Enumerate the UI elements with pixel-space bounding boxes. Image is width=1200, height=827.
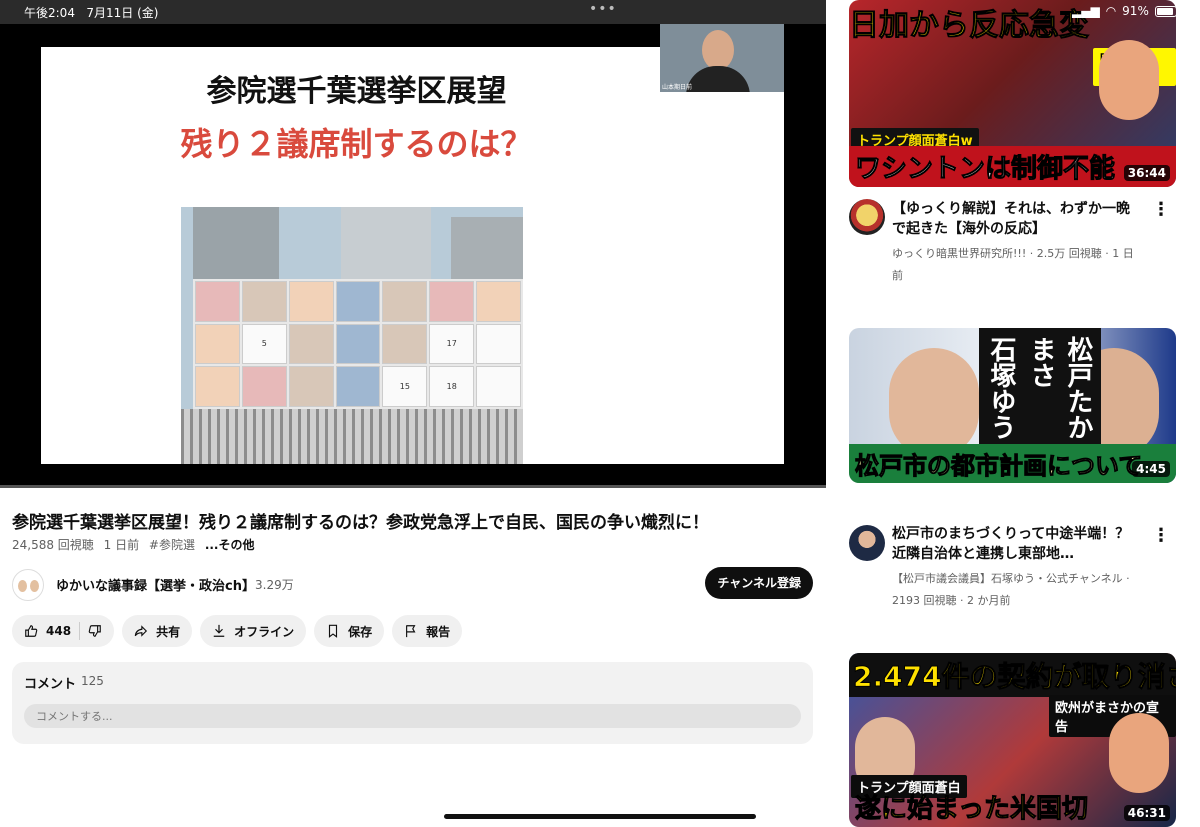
thumb-portrait bbox=[1099, 40, 1159, 120]
poster bbox=[335, 366, 381, 407]
status-time: 午後2:04 7月11日 (金) bbox=[24, 6, 159, 20]
board-number: 18 bbox=[429, 366, 475, 407]
multitask-dots-icon[interactable]: ••• bbox=[589, 1, 617, 17]
youtube-watch-page: 午後2:04 7月11日 (金) ••• ▂▄▆ ◠ 91% 参院選千葉選挙区展… bbox=[0, 0, 1200, 827]
channel-row: ゆかいな議事録【選挙・政治ch】 3.29万 チャンネル登録 bbox=[12, 567, 813, 601]
like-dislike-group: 448 bbox=[12, 615, 115, 647]
more-options-icon[interactable]: ⋮ bbox=[1152, 527, 1170, 545]
save-button[interactable]: 保存 bbox=[314, 615, 385, 647]
comment-input[interactable] bbox=[24, 704, 801, 728]
comments-count: 125 bbox=[81, 674, 104, 688]
channel-avatar[interactable] bbox=[849, 525, 885, 561]
home-indicator[interactable] bbox=[444, 814, 756, 819]
video-progress-bar[interactable] bbox=[0, 485, 826, 488]
webcam-tag: 山本期日前 bbox=[662, 84, 693, 91]
view-count: 24,588 回視聴 bbox=[12, 538, 94, 552]
share-label: 共有 bbox=[156, 624, 181, 639]
poster bbox=[195, 366, 240, 407]
wifi-icon: ◠ bbox=[1105, 4, 1117, 18]
recommended-title-2[interactable]: 松戸市のまちづくりって中途半端！？近隣自治体と連携し東部地… bbox=[892, 524, 1142, 564]
recommended-title-1[interactable]: 【ゆっくり解説】それは、わずか一晩で起きた【海外の反応】 bbox=[892, 199, 1142, 239]
thumb-portrait bbox=[889, 348, 979, 458]
slide-title: 参院選千葉選挙区展望 bbox=[206, 74, 507, 109]
subscribe-button[interactable]: チャンネル登録 bbox=[705, 567, 813, 599]
thumbs-up-icon[interactable] bbox=[24, 624, 38, 638]
poster bbox=[476, 323, 521, 365]
like-count[interactable]: 448 bbox=[46, 624, 71, 638]
offline-label: オフライン bbox=[234, 624, 295, 639]
poster bbox=[476, 281, 521, 322]
action-bar: 448 共有 オフライン 保存 報告 bbox=[12, 615, 463, 647]
video-duration: 46:31 bbox=[1123, 805, 1170, 821]
download-icon bbox=[213, 624, 225, 637]
poster bbox=[195, 281, 240, 322]
comments-panel[interactable]: コメント 125 bbox=[12, 662, 813, 744]
recommended-meta-2: 【松戸市議会議員】石塚ゆう・公式チャンネル · 2193 回視聴 · 2 か月前 bbox=[892, 572, 1130, 607]
more-options-icon[interactable]: ⋮ bbox=[1152, 201, 1170, 219]
save-label: 保存 bbox=[348, 624, 373, 639]
poster bbox=[288, 323, 334, 365]
thumb-bottom-banner: 松戸市の都市計画について bbox=[849, 444, 1176, 483]
building bbox=[193, 207, 279, 287]
recommended-thumbnail-3[interactable]: 2.474件の契約が取り消され 欧州がまさかの宣告 トランプ顔面蒼白 遂に始まっ… bbox=[849, 653, 1176, 827]
poster bbox=[382, 281, 428, 322]
building bbox=[341, 207, 431, 287]
more-link[interactable]: ...その他 bbox=[205, 538, 255, 552]
poster bbox=[288, 366, 334, 407]
signal-icon: ▂▄▆ bbox=[1072, 4, 1100, 18]
upload-age: 1 日前 bbox=[103, 538, 140, 552]
recommended-meta-1: ゆっくり暗黒世界研究所!!! · 2.5万 回視聴 · 1 日前 bbox=[892, 247, 1134, 282]
video-duration: 36:44 bbox=[1123, 165, 1170, 181]
thumb-headline: 2.474件の契約が取り消され bbox=[849, 653, 1176, 697]
poster bbox=[195, 323, 240, 365]
slide-subtitle: 残り２議席制するのは？ bbox=[180, 125, 533, 163]
poster bbox=[335, 323, 381, 365]
bookmark-icon bbox=[329, 624, 338, 638]
poster bbox=[241, 366, 287, 407]
subscriber-count: 3.29万 bbox=[255, 578, 294, 592]
fence bbox=[181, 409, 523, 464]
thumb-portrait bbox=[1109, 713, 1169, 793]
share-icon bbox=[134, 625, 148, 637]
battery-percent: 91% bbox=[1122, 4, 1149, 18]
status-indicators: ▂▄▆ ◠ 91% bbox=[1072, 4, 1177, 18]
share-button[interactable]: 共有 bbox=[122, 615, 193, 647]
poster-board-photo: 5 17 15 18 bbox=[181, 207, 523, 464]
poster bbox=[476, 366, 521, 407]
poster bbox=[288, 281, 334, 322]
poster bbox=[241, 281, 287, 322]
video-title[interactable]: 参院選千葉選挙区展望！残り２議席制するのは？参政党急浮上で自民、国民の争い熾烈に… bbox=[12, 508, 812, 533]
presenter-shirt bbox=[686, 66, 750, 92]
thumb-name-1: 石塚ゆう bbox=[979, 328, 1024, 456]
thumbs-down-icon[interactable] bbox=[88, 624, 102, 638]
board-number: 15 bbox=[382, 366, 428, 407]
channel-avatar[interactable] bbox=[12, 569, 44, 601]
battery-icon bbox=[1154, 5, 1177, 17]
hashtag-link[interactable]: #参院選 bbox=[149, 538, 195, 552]
poster bbox=[429, 281, 475, 322]
report-button[interactable]: 報告 bbox=[392, 615, 463, 647]
poster bbox=[382, 323, 428, 365]
recommended-thumbnail-1[interactable]: 日加から反応急変 目を疑った… トランプ顔面蒼白w ワシントンは制御不能 36:… bbox=[849, 0, 1176, 187]
video-meta[interactable]: 24,588 回視聴 1 日前 #参院選 ...その他 bbox=[12, 536, 261, 553]
presenter-webcam: 山本期日前 bbox=[660, 24, 784, 92]
board-number: 17 bbox=[429, 323, 475, 365]
channel-avatar[interactable] bbox=[849, 199, 885, 235]
poster bbox=[335, 281, 381, 322]
video-player[interactable]: 参院選千葉選挙区展望 残り２議席制するのは？ 5 17 15 18 山本期日前 bbox=[0, 24, 826, 487]
video-duration: 4:45 bbox=[1132, 461, 1170, 477]
report-label: 報告 bbox=[426, 624, 451, 639]
flag-icon bbox=[406, 625, 416, 638]
offline-button[interactable]: オフライン bbox=[200, 615, 307, 647]
channel-name[interactable]: ゆかいな議事録【選挙・政治ch】 bbox=[56, 575, 255, 594]
status-bar: 午後2:04 7月11日 (金) ••• bbox=[0, 0, 826, 24]
building bbox=[451, 217, 523, 287]
board-number: 5 bbox=[241, 323, 287, 365]
recommended-thumbnail-2[interactable]: 石塚ゆう 松戸たかまさ 松戸市の都市計画について 4:45 bbox=[849, 328, 1176, 483]
comments-header: コメント bbox=[24, 677, 77, 692]
presenter-face bbox=[702, 30, 734, 70]
slide-frame: 参院選千葉選挙区展望 残り２議席制するのは？ 5 17 15 18 bbox=[41, 47, 784, 464]
divider bbox=[79, 622, 81, 640]
election-poster-board: 5 17 15 18 bbox=[193, 279, 523, 409]
